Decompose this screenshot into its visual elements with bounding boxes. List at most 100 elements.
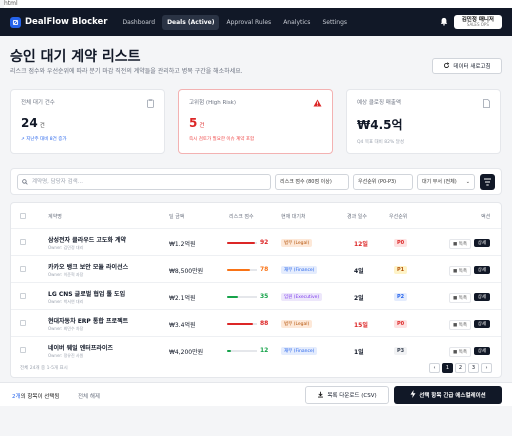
brand-name: DealFlow Blocker: [25, 17, 108, 27]
page-subtitle: 리스크 점수와 우선순위에 따라 분기 마감 직전의 계약들을 관리하고 병목 …: [10, 68, 243, 75]
row-checkbox[interactable]: [20, 293, 26, 299]
col-header[interactable]: 현재 대기처: [281, 213, 306, 220]
col-header[interactable]: 경과 일수: [347, 213, 367, 220]
remind-button[interactable]: ■ 독촉: [449, 320, 471, 330]
priority-badge: P0: [394, 239, 408, 247]
card-note: ↗ 지난주 대비 8건 증가: [21, 137, 67, 142]
page-2[interactable]: 2: [455, 363, 466, 373]
elapsed-days: 2일: [354, 295, 364, 302]
deal-cell[interactable]: 네이버 웨일 엔터프라이즈 Owner: 정유진 사원: [48, 343, 113, 359]
risk-track: [227, 350, 257, 352]
table-row[interactable]: 삼성전자 클라우드 고도화 계약 Owner: 김민정 대리 ₩1.2억원 92 법무 …: [11, 228, 501, 257]
deal-name: LG CNS 글로벌 협업 툴 도입: [48, 291, 126, 298]
deal-cell[interactable]: LG CNS 글로벌 협업 툴 도입 Owner: 박서연 대리: [48, 289, 125, 305]
user-menu[interactable]: 김민정 매니저 SALES OPS: [453, 14, 502, 30]
deal-amount: ₩3.4억원: [169, 322, 196, 329]
risk-track: [227, 323, 257, 325]
deal-name: 카카오 뱅크 보안 모듈 라이선스: [48, 264, 129, 271]
bell-icon[interactable]: [440, 17, 448, 28]
table-row[interactable]: 카카오 뱅크 보안 모듈 라이선스 Owner: 이준혁 과장 ₩8,500만원 78…: [11, 255, 501, 284]
table-row[interactable]: 현대자동차 ERP 통합 프로젝트 Owner: 최민수 차장 ₩3.4억원 88 법무…: [11, 309, 501, 338]
col-header[interactable]: 딜 금액: [169, 213, 184, 220]
clipboard-icon: [147, 99, 154, 110]
warning-icon: [313, 99, 322, 109]
deal-owner: Owner: 박서연 대리: [48, 299, 84, 304]
priority-badge: P1: [394, 266, 408, 274]
csv-download-button[interactable]: 목록 다운로드 (CSV): [305, 386, 389, 404]
deal-amount: ₩2.1억원: [169, 295, 196, 302]
deal-owner: Owner: 이준혁 과장: [48, 272, 84, 277]
remind-button[interactable]: ■ 독촉: [449, 266, 471, 276]
row-checkbox[interactable]: [20, 320, 26, 326]
deal-owner: Owner: 정유진 사원: [48, 353, 84, 358]
table-row[interactable]: LG CNS 글로벌 협업 툴 도입 Owner: 박서연 대리 ₩2.1억원 35 임…: [11, 282, 501, 311]
priority-select[interactable]: 우선순위 (P0-P3): [353, 174, 413, 190]
clear-selection-link[interactable]: 전체 해제: [78, 392, 100, 400]
dept-badge: 법무 (Legal): [281, 239, 313, 247]
col-header[interactable]: 우선순위: [389, 213, 407, 220]
nav-deals-active[interactable]: Deals (Active): [162, 14, 220, 30]
refresh-label: 데이터 새로고침: [453, 64, 491, 70]
remind-button[interactable]: ■ 독촉: [449, 293, 471, 303]
risk-score-select[interactable]: 리스크 점수 (80점 이상): [275, 174, 349, 190]
detail-button[interactable]: 상세: [473, 239, 490, 247]
detail-button[interactable]: 상세: [473, 320, 490, 328]
refresh-button[interactable]: 데이터 새로고침: [432, 58, 502, 74]
risk-track: [227, 242, 257, 244]
col-header[interactable]: 리스크 점수: [229, 213, 254, 220]
deal-cell[interactable]: 현대자동차 ERP 통합 프로젝트 Owner: 최민수 차장: [48, 316, 128, 332]
detail-button[interactable]: 상세: [473, 293, 490, 301]
nav-approval-rules[interactable]: Approval Rules: [221, 15, 276, 30]
row-checkbox[interactable]: [20, 266, 26, 272]
card-note: 즉시 검토가 필요한 이슈 계약 포함: [189, 137, 255, 142]
risk-score: 35: [260, 293, 269, 300]
filter-button[interactable]: [480, 174, 495, 190]
card-label: 고위험 (High Risk): [189, 100, 237, 106]
nav-analytics[interactable]: Analytics: [278, 15, 315, 30]
page-3[interactable]: 3: [468, 363, 479, 373]
row-checkbox[interactable]: [20, 347, 26, 353]
detail-button[interactable]: 상세: [473, 347, 490, 355]
brand[interactable]: DealFlow Blocker: [10, 16, 108, 28]
shield-icon: [10, 16, 21, 28]
priority-badge: P0: [394, 320, 408, 328]
filter-bar: 계약명, 담당자 검색... 리스크 점수 (80점 이상) 우선순위 (P0-…: [10, 168, 502, 195]
page-1[interactable]: 1: [442, 363, 453, 373]
pagination-summary: 전체 24개 중 1-5개 표시: [20, 366, 68, 371]
lightning-icon: [410, 390, 416, 400]
deal-name: 삼성전자 클라우드 고도화 계약: [48, 237, 127, 244]
download-icon: [317, 391, 324, 400]
deal-cell[interactable]: 삼성전자 클라우드 고도화 계약 Owner: 김민정 대리: [48, 235, 126, 251]
user-role: SALES OPS: [466, 21, 489, 27]
remind-button[interactable]: ■ 독촉: [449, 347, 471, 357]
risk-bar: [227, 296, 238, 298]
detail-button[interactable]: 상세: [473, 266, 490, 274]
risk-track: [227, 269, 257, 271]
page-title: 승인 대기 계약 리스트: [10, 49, 141, 65]
card-high-risk: 고위험 (High Risk) 5건 즉시 검토가 필요한 이슈 계약 포함: [178, 89, 333, 154]
pagination: ‹ 1 2 3 ›: [429, 363, 492, 373]
nav-settings[interactable]: Settings: [317, 15, 352, 30]
bulk-action-bar: 2개의 항목이 선택됨 전체 해제 목록 다운로드 (CSV) 선택 항목 긴급…: [0, 382, 512, 406]
remind-button[interactable]: ■ 독촉: [449, 239, 471, 249]
csv-label: 목록 다운로드 (CSV): [327, 393, 377, 399]
search-input[interactable]: 계약명, 담당자 검색...: [17, 174, 271, 190]
deal-owner: Owner: 김민정 대리: [48, 245, 84, 250]
page-next[interactable]: ›: [481, 363, 492, 373]
deal-cell[interactable]: 카카오 뱅크 보안 모듈 라이선스 Owner: 이준혁 과장: [48, 262, 128, 278]
department-select[interactable]: 대기 부서 (전체) ⌄: [417, 174, 475, 190]
card-label: 예상 클로징 매출액: [357, 100, 401, 106]
risk-bar: [227, 269, 251, 271]
risk-bar: [227, 350, 231, 352]
nav-dashboard[interactable]: Dashboard: [118, 15, 161, 30]
deals-table: 계약명 딜 금액 리스크 점수 현재 대기처 경과 일수 우선순위 액션 삼성전…: [10, 202, 502, 378]
deal-name: 현대자동차 ERP 통합 프로젝트: [48, 318, 129, 325]
deal-amount: ₩8,500만원: [169, 268, 204, 275]
priority-badge: P2: [394, 293, 408, 301]
table-row[interactable]: 네이버 웨일 엔터프라이즈 Owner: 정유진 사원 ₩4,200만원 12 재무 (…: [11, 336, 501, 365]
col-header[interactable]: 계약명: [48, 213, 62, 220]
page-prev[interactable]: ‹: [429, 363, 440, 373]
escalate-button[interactable]: 선택 항목 긴급 에스컬레이션: [394, 386, 502, 404]
row-checkbox[interactable]: [20, 239, 26, 245]
select-all-checkbox[interactable]: [20, 213, 26, 219]
